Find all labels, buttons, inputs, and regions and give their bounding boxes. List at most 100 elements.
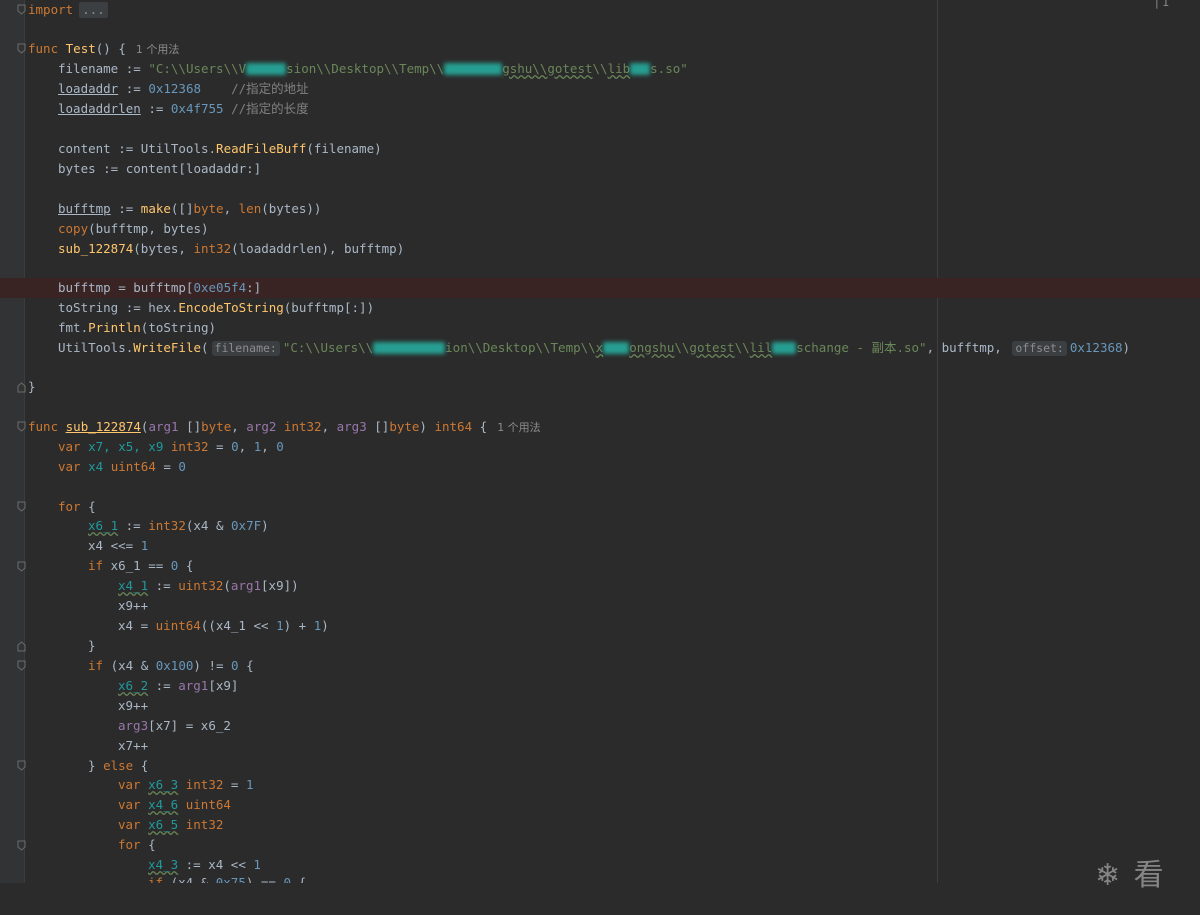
number-literal: 0 [283, 875, 292, 883]
keyword: else [103, 758, 134, 773]
redacted-blur [630, 63, 651, 75]
code-line-func-sub: func sub_122874(arg1 []byte, arg2 int32,… [0, 417, 1200, 437]
usages-hint[interactable]: 1 个用法 [497, 421, 541, 434]
type-name: int32 [276, 419, 322, 434]
fold-toggle-icon[interactable] [17, 840, 26, 851]
keyword: for [58, 499, 81, 514]
code-text: , [238, 439, 254, 454]
code-text: ((x4_1 << [200, 618, 277, 633]
variable: x6_2 [118, 678, 149, 693]
code-text: (x4 & [103, 658, 156, 673]
string-literal: \\ [674, 340, 690, 355]
number-literal: 0 [231, 658, 239, 673]
code-text: ) [261, 518, 269, 533]
keyword: var [118, 777, 141, 792]
code-line: copy(bufftmp, bytes) [0, 219, 1200, 239]
code-line: x4_1 := uint32(arg1[x9]) [0, 576, 1200, 596]
fold-toggle-icon[interactable] [17, 4, 26, 15]
function-call: EncodeToString [178, 300, 284, 315]
import-fold-placeholder[interactable]: ... [79, 2, 108, 18]
function-call: copy [58, 221, 89, 236]
code-line: UtilTools.WriteFile(filename: "C:\\Users\… [0, 338, 1200, 358]
code-text: = [155, 459, 179, 474]
code-text: ( [223, 578, 231, 593]
fold-toggle-icon[interactable] [17, 760, 26, 771]
code-line: fmt.Println(toString) [0, 318, 1200, 338]
redacted-blur [246, 63, 287, 75]
string-literal: lil [749, 340, 773, 355]
usages-hint[interactable]: 1 个用法 [136, 43, 180, 56]
code-line: } [0, 377, 1200, 397]
parameter: arg1 [230, 578, 262, 593]
code-text: [] [178, 419, 202, 434]
parameter: arg2 [246, 419, 277, 434]
code-line: toString := hex.EncodeToString(bufftmp[:… [0, 298, 1200, 318]
code-text: { [133, 758, 149, 773]
keyword: func [28, 419, 59, 434]
number-literal: 0x12368 [1069, 340, 1123, 355]
code-line: x4 = uint64((x4_1 << 1) + 1) [0, 616, 1200, 636]
code-text: x4 = [118, 618, 156, 633]
function-call: WriteFile [133, 340, 201, 355]
function-call: ReadFileBuff [216, 141, 307, 156]
redacted-blur [603, 342, 630, 354]
type-name: int32 [170, 439, 209, 454]
code-text: } [88, 758, 104, 773]
type-name: byte [201, 419, 232, 434]
code-text: () { [95, 41, 126, 56]
fold-toggle-icon[interactable] [17, 660, 26, 671]
code-line: arg3[x7] = x6_2 [0, 716, 1200, 736]
param-hint-filename: filename: [211, 341, 280, 356]
code-text: (toString) [140, 320, 217, 335]
redacted-blur [444, 63, 503, 75]
type-name: int32 [178, 817, 224, 832]
code-text: ) [1122, 340, 1131, 355]
number-literal: 0 [231, 439, 239, 454]
code-line: if (x4 & 0x100) != 0 { [0, 656, 1200, 676]
parameter: arg3 [118, 718, 149, 733]
number-literal: 0x12368 [148, 81, 202, 96]
code-text: x4 <<= [88, 538, 141, 553]
code-line: if x6_1 == 0 { [0, 556, 1200, 576]
keyword: var [58, 439, 81, 454]
fold-toggle-icon[interactable] [17, 421, 26, 432]
string-literal: lib [607, 61, 631, 76]
variable: x6_1 [88, 518, 119, 533]
code-line: x7++ [0, 736, 1200, 756]
code-text: (bytes)) [261, 201, 322, 216]
type-name: uint64 [155, 618, 201, 633]
code-text: (loadaddrlen), bufftmp) [231, 241, 405, 256]
code-text: = [223, 777, 246, 792]
variable: x6_5 [148, 817, 179, 832]
code-text: :] [246, 280, 262, 295]
code-line: loadaddr := 0x12368 //指定的地址 [0, 79, 1200, 99]
number-literal: 1 [245, 777, 254, 792]
code-text: x7++ [118, 738, 149, 753]
fold-toggle-icon[interactable] [17, 382, 26, 393]
code-line: x4_3 := x4 << 1 [0, 855, 1200, 875]
string-literal: "C:\\Users\\ [282, 340, 374, 355]
type-name: uint64 [110, 459, 156, 474]
code-text: ) == [245, 875, 284, 883]
function-name: sub_122874 [65, 419, 141, 434]
code-text: x9++ [118, 698, 149, 713]
code-text: { [291, 875, 307, 883]
comment: //指定的长度 [223, 101, 309, 116]
code-text: , [261, 439, 277, 454]
string-literal: gotest [689, 340, 735, 355]
code-text: := [118, 81, 149, 96]
fold-toggle-icon[interactable] [17, 561, 26, 572]
string-literal: s.so" [650, 61, 688, 76]
fold-toggle-icon[interactable] [17, 641, 26, 652]
code-editor[interactable]: import... func Test() {1 个用法 filename :=… [0, 0, 1200, 883]
type-name: int32 [178, 777, 224, 792]
variable: x4_3 [148, 857, 179, 872]
fold-toggle-icon[interactable] [17, 43, 26, 54]
code-text: ) + [283, 618, 314, 633]
fold-toggle-icon[interactable] [17, 501, 26, 512]
redacted-blur [772, 342, 797, 354]
code-text: } [28, 379, 36, 394]
